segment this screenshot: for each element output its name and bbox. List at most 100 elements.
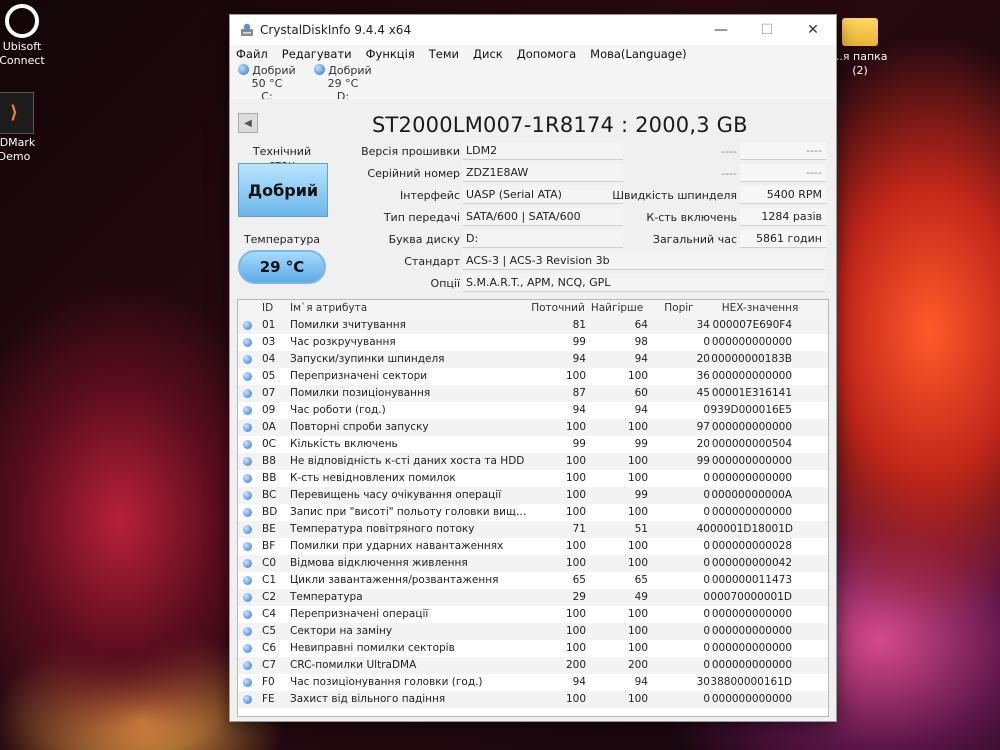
column-header-raw[interactable]: HEX-значення	[710, 300, 810, 317]
attribute-current: 94	[572, 353, 586, 365]
close-button[interactable]: ✕	[790, 15, 836, 45]
attribute-id: 0A	[262, 421, 276, 433]
drive-tab-c[interactable]: Добрий 50 °C C:	[232, 64, 302, 103]
attribute-worst: 100	[627, 608, 648, 620]
menu-help[interactable]: Допомога	[517, 45, 576, 63]
maximize-button[interactable]: ☐	[744, 15, 790, 45]
status-cell	[238, 334, 256, 351]
power-on-hours-value: 5861 годин	[740, 230, 826, 248]
column-header-name[interactable]: Ім`я атрибута	[288, 300, 530, 317]
table-row[interactable]: F0 Час позиціонування головки (год.) 94 94 3…	[238, 674, 828, 691]
menu-bar: Файл Редагувати Функція Теми Диск Допомо…	[230, 45, 836, 63]
table-row[interactable]: BF Помилки при ударних навантаженнях 100 10…	[238, 538, 828, 555]
title-bar[interactable]: CrystalDiskInfo 9.4.4 x64 — ☐ ✕	[230, 15, 836, 45]
attribute-raw-value: 000000000000	[711, 625, 792, 637]
attribute-threshold: 30	[696, 676, 710, 688]
attribute-id: C6	[262, 642, 277, 654]
table-row[interactable]: B8 Не відповідність к-сті даних хоста та …	[238, 453, 828, 470]
attribute-raw-value: 000000000000	[711, 472, 792, 484]
table-row[interactable]: 03 Час розкручування 99 98 0 000000000000	[238, 334, 828, 351]
attribute-name: Помилки при ударних навантаженнях	[290, 540, 504, 552]
status-dot-icon	[242, 474, 252, 483]
drive-letter-value: D:	[463, 230, 623, 248]
attribute-name: К-сть невідновлених помилок	[290, 472, 456, 484]
attribute-raw-value: 00000000183B	[711, 353, 792, 365]
menu-edit[interactable]: Редагувати	[282, 45, 352, 63]
table-row[interactable]: 05 Перепризначені сектори 100 100 36 00000000…	[238, 368, 828, 385]
status-cell	[238, 691, 256, 708]
column-header-worst[interactable]: Найгірше	[586, 300, 648, 317]
attribute-threshold: 36	[696, 370, 710, 382]
table-row[interactable]: C2 Температура 29 49 0 00070000001D	[238, 589, 828, 606]
status-dot-icon	[242, 678, 252, 687]
menu-file[interactable]: Файл	[236, 45, 268, 63]
attribute-id: BC	[262, 489, 277, 501]
previous-disk-button[interactable]: ◀	[238, 113, 258, 133]
power-on-count-label: К-сть включень	[646, 211, 737, 224]
attribute-threshold: 20	[696, 353, 710, 365]
table-row[interactable]: C0 Відмова відключення живлення 100 100 0 000…	[238, 555, 828, 572]
attribute-current: 100	[565, 489, 586, 501]
drive-temp: 50 °C	[251, 77, 283, 90]
attribute-threshold: 34	[696, 319, 710, 331]
desktop-icon-3dmark[interactable]: ⟩ 3DMark Demo	[0, 92, 44, 164]
attribute-threshold: 0	[703, 574, 710, 586]
menu-disk[interactable]: Диск	[473, 45, 503, 63]
table-row[interactable]: 0C Кількість включень 99 99 20 000000000504	[238, 436, 828, 453]
attribute-name: Захист від вільного падіння	[290, 693, 446, 705]
folder-icon	[842, 18, 878, 46]
status-cell	[238, 640, 256, 657]
status-cell	[238, 623, 256, 640]
attribute-name: Сектори на заміну	[290, 625, 393, 637]
attribute-id: BE	[262, 523, 276, 535]
blank-value-1: ----	[740, 142, 826, 160]
attribute-worst: 99	[634, 489, 648, 501]
table-row[interactable]: C5 Сектори на заміну 100 100 0 000000000000	[238, 623, 828, 640]
column-header-current[interactable]: Поточний	[530, 300, 586, 317]
table-row[interactable]: C4 Перепризначені операції 100 100 0 00000000…	[238, 606, 828, 623]
smart-attributes-table[interactable]: ID Ім`я атрибута Поточний Найгірше Поріг…	[237, 299, 829, 717]
column-header-threshold[interactable]: Поріг	[648, 300, 710, 317]
attribute-id: C5	[262, 625, 277, 637]
table-row[interactable]: 09 Час роботи (год.) 94 94 0 939D000016E5	[238, 402, 828, 419]
attribute-name: Перевищень часу очікування операції	[290, 489, 502, 501]
table-row[interactable]: 01 Помилки зчитування 81 64 34 000007E690F4	[238, 317, 828, 334]
temperature-label: Температура	[243, 233, 321, 246]
attribute-threshold: 0	[703, 540, 710, 552]
table-row[interactable]: BE Температура повітряного потоку 71 51 40 00…	[238, 521, 828, 538]
transfer-mode-value: SATA/600 | SATA/600	[463, 208, 623, 226]
table-row[interactable]: C6 Невиправні помилки секторів 100 100 0 0000…	[238, 640, 828, 657]
attribute-worst: 100	[627, 472, 648, 484]
status-dot-icon	[242, 576, 252, 585]
temperature-badge[interactable]: 29 °C	[238, 250, 326, 284]
attribute-raw-value: 000000000000	[711, 421, 792, 433]
attribute-threshold: 0	[703, 472, 710, 484]
attribute-current: 71	[572, 523, 586, 535]
health-status-badge[interactable]: Добрий	[238, 163, 328, 217]
menu-themes[interactable]: Теми	[429, 45, 459, 63]
attribute-id: F0	[262, 676, 275, 688]
attribute-name: Перепризначені операції	[290, 608, 429, 620]
column-header-id[interactable]: ID	[256, 300, 288, 317]
table-row[interactable]: BB К-сть невідновлених помилок 100 100 0 0000…	[238, 470, 828, 487]
attribute-name: Відмова відключення живлення	[290, 557, 468, 569]
attribute-worst: 99	[634, 438, 648, 450]
menu-function[interactable]: Функція	[366, 45, 415, 63]
minimize-button[interactable]: —	[698, 15, 744, 45]
desktop-icon-ubisoft[interactable]: Ubisoft Connect	[0, 4, 52, 68]
table-row[interactable]: C1 Цикли завантаження/розвантаження 65 65 0 0…	[238, 572, 828, 589]
table-row[interactable]: 0A Повторні спроби запуску 100 100 97 0000000…	[238, 419, 828, 436]
table-row[interactable]: BC Перевищень часу очікування операції 100…	[238, 487, 828, 504]
power-on-hours-label: Загальний час	[652, 233, 737, 246]
menu-language[interactable]: Мова(Language)	[590, 45, 687, 63]
attribute-name: Перепризначені сектори	[290, 370, 428, 382]
table-row[interactable]: 07 Помилки позиціонування 87 60 45 00001E3161…	[238, 385, 828, 402]
attribute-name: Час роботи (год.)	[290, 404, 386, 416]
table-row[interactable]: FE Захист від вільного падіння 100 100 0 0000…	[238, 691, 828, 708]
table-row[interactable]: BD Запис при "висоті" польоту головки вищ…	[238, 504, 828, 521]
table-row[interactable]: C7 CRC-помилки UltraDMA 200 200 0 00000000000…	[238, 657, 828, 674]
attribute-name: Температура	[290, 591, 363, 603]
attribute-raw-value: 000000000000	[711, 608, 792, 620]
table-row[interactable]: 04 Запуски/зупинки шпинделя 94 94 20 00000000…	[238, 351, 828, 368]
interface-value: UASP (Serial ATA)	[463, 186, 623, 204]
